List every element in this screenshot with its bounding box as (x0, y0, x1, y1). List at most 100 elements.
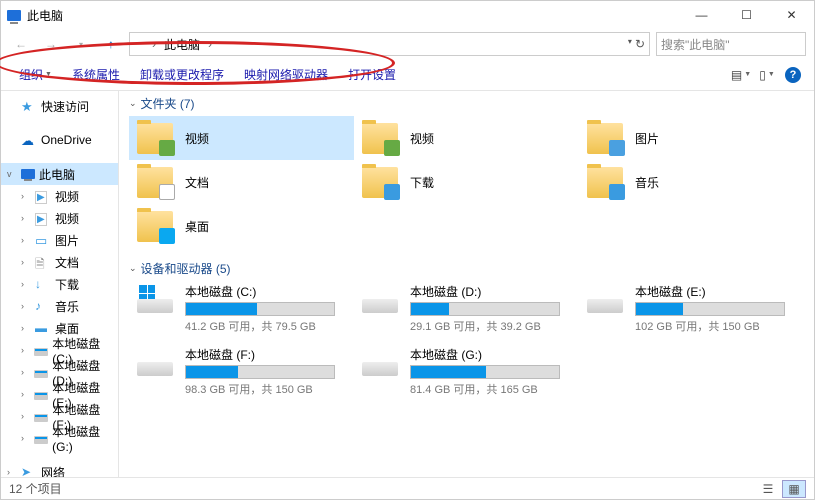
nav-network[interactable]: › 网络 (1, 461, 118, 477)
caret-icon[interactable]: › (21, 279, 31, 289)
drive-icon (360, 346, 400, 378)
folder-pictures[interactable]: 图片 (579, 116, 804, 160)
caret-icon[interactable]: › (21, 389, 30, 399)
drive-usage-bar (185, 302, 335, 316)
breadcrumb-root[interactable]: 此电脑 (162, 36, 202, 53)
folder-desktop[interactable]: 桌面 (129, 204, 354, 248)
drive-usage-bar (185, 365, 335, 379)
toolbar-organize[interactable]: 组织▼ (9, 62, 62, 87)
details-view-button[interactable]: ☰ (756, 480, 780, 498)
chevron-down-icon: ⌄ (129, 98, 137, 109)
folder-downloads[interactable]: 下载 (354, 160, 579, 204)
search-input[interactable]: 搜索"此电脑" (656, 32, 806, 56)
nav-downloads[interactable]: ›下载 (1, 273, 118, 295)
nav-label: 快速访问 (41, 98, 89, 115)
folder-documents[interactable]: 文档 (129, 160, 354, 204)
pc-icon (134, 40, 146, 49)
nav-documents[interactable]: ›文档 (1, 251, 118, 273)
folder-label: 下载 (410, 174, 434, 191)
group-header-drives[interactable]: ⌄ 设备和驱动器 (5) (129, 256, 804, 281)
drive-c[interactable]: 本地磁盘 (C:)41.2 GB 可用，共 79.5 GB (129, 281, 354, 336)
folder-label: 视频 (410, 130, 434, 147)
drive-icon (34, 414, 48, 422)
preview-pane-button[interactable]: ▯▼ (754, 64, 780, 86)
maximize-button[interactable]: ☐ (724, 1, 769, 29)
drive-f[interactable]: 本地磁盘 (F:) 98.3 GB 可用，共 150 GB (129, 344, 354, 399)
dropdown-icon[interactable]: ▾ (628, 37, 632, 51)
nav-forward-button[interactable]: → (39, 32, 63, 56)
nav-recent-button[interactable]: ▾ (69, 32, 93, 56)
nav-up-button[interactable]: ↑ (99, 32, 123, 56)
folder-videos-1[interactable]: 视频 (129, 116, 354, 160)
toolbar-system-properties[interactable]: 系统属性 (62, 62, 130, 87)
caret-icon[interactable]: › (21, 411, 30, 421)
folder-label: 图片 (635, 130, 659, 147)
drive-stats: 29.1 GB 可用，共 39.2 GB (410, 318, 573, 334)
drive-icon (34, 436, 48, 444)
drive-stats: 102 GB 可用，共 150 GB (635, 318, 798, 334)
network-icon (21, 465, 37, 477)
toolbar-open-settings[interactable]: 打开设置 (338, 62, 406, 87)
refresh-icon[interactable]: ↻ (635, 37, 645, 51)
drive-e[interactable]: 本地磁盘 (E:) 102 GB 可用，共 150 GB (579, 281, 804, 336)
folder-label: 音乐 (635, 174, 659, 191)
view-options-button[interactable]: ▤▼ (728, 64, 754, 86)
nav-music[interactable]: › 音乐 (1, 295, 118, 317)
caret-icon[interactable]: › (21, 345, 30, 355)
drive-usage-bar (410, 365, 560, 379)
nav-label: OneDrive (41, 133, 92, 147)
caret-down-icon[interactable]: v (7, 169, 17, 179)
down-icon (35, 277, 51, 291)
caret-icon[interactable]: › (21, 301, 31, 311)
titlebar: 此电脑 ― ☐ ✕ (1, 1, 814, 29)
toolbar-uninstall-programs[interactable]: 卸载或更改程序 (130, 62, 234, 87)
nav-back-button[interactable]: ← (9, 32, 33, 56)
folder-videos-2[interactable]: 视频 (354, 116, 579, 160)
drive-icon (585, 283, 625, 315)
folder-label: 文档 (185, 174, 209, 191)
drive-name: 本地磁盘 (F:) (185, 346, 348, 363)
group-header-folders[interactable]: ⌄ 文件夹 (7) (129, 91, 804, 116)
caret-icon[interactable]: › (21, 235, 31, 245)
caret-icon[interactable]: › (7, 467, 17, 477)
drive-stats: 98.3 GB 可用，共 150 GB (185, 381, 348, 397)
nav-label: 音乐 (55, 298, 79, 315)
drive-usage-bar (410, 302, 560, 316)
nav-pictures[interactable]: ›图片 (1, 229, 118, 251)
nav-videos-2[interactable]: ›视频 (1, 207, 118, 229)
caret-icon[interactable]: › (21, 433, 30, 443)
nav-onedrive[interactable]: OneDrive (1, 129, 118, 151)
nav-label: 网络 (41, 464, 65, 478)
caret-icon[interactable]: › (21, 257, 31, 267)
minimize-button[interactable]: ― (679, 1, 724, 29)
caret-icon[interactable]: › (21, 323, 31, 333)
chevron-right-icon: › (150, 37, 158, 51)
caret-icon[interactable]: › (21, 213, 31, 223)
chevron-down-icon: ⌄ (129, 263, 137, 274)
search-placeholder: 搜索"此电脑" (661, 36, 730, 53)
doc-icon (35, 255, 51, 269)
drive-d[interactable]: 本地磁盘 (D:)29.1 GB 可用，共 39.2 GB (354, 281, 579, 336)
toolbar-map-network-drive[interactable]: 映射网络驱动器 (234, 62, 338, 87)
vid-icon (35, 211, 51, 225)
nav-this-pc[interactable]: v 此电脑 (1, 163, 118, 185)
address-bar[interactable]: › 此电脑 › ▾ ↻ (129, 32, 650, 56)
caret-icon[interactable]: › (21, 191, 31, 201)
folder-music[interactable]: 音乐 (579, 160, 804, 204)
folder-icon (585, 120, 625, 156)
drive-icon (360, 283, 400, 315)
pc-icon (7, 10, 21, 21)
nav-quick-access[interactable]: 快速访问 (1, 95, 118, 117)
status-bar: 12 个项目 ☰ ▦ (1, 477, 814, 499)
help-button[interactable]: ? (780, 64, 806, 86)
folder-icon (135, 164, 175, 200)
group-title: 设备和驱动器 (5) (141, 260, 231, 277)
nav-drive-g[interactable]: ›本地磁盘 (G:) (1, 427, 118, 449)
drive-name: 本地磁盘 (E:) (635, 283, 798, 300)
drive-g[interactable]: 本地磁盘 (G:)81.4 GB 可用，共 165 GB (354, 344, 579, 399)
nav-videos-1[interactable]: ›视频 (1, 185, 118, 207)
tiles-view-button[interactable]: ▦ (782, 480, 806, 498)
close-button[interactable]: ✕ (769, 1, 814, 29)
caret-icon[interactable]: › (21, 367, 30, 377)
music-icon (35, 299, 51, 313)
